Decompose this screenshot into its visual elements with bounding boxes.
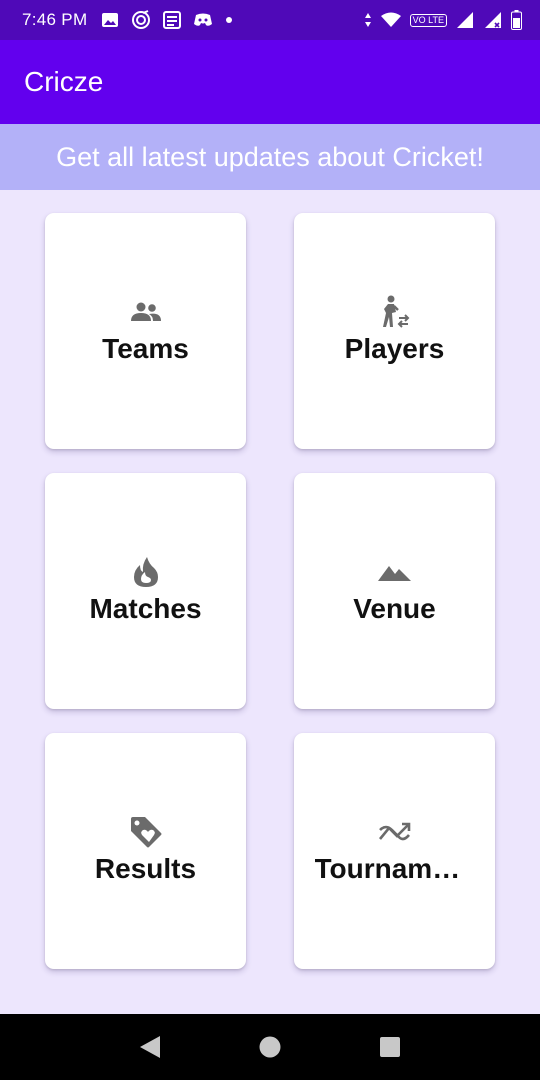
discord-icon: [194, 13, 213, 26]
signal-icon: [457, 12, 473, 28]
mountain-icon: [377, 557, 412, 587]
people-icon: [130, 297, 162, 327]
category-grid: Teams Players Matches Venue Results Tour…: [45, 213, 495, 969]
flame-icon: [133, 557, 159, 587]
news-icon: [163, 11, 182, 29]
card-label: Players: [344, 333, 445, 364]
walker-icon: [378, 295, 412, 328]
banner-text: Get all latest updates about Cricket!: [56, 141, 484, 172]
back-icon[interactable]: [130, 1027, 170, 1067]
battery-icon: [511, 10, 522, 30]
system-icons: VO LTE: [364, 10, 522, 30]
banner: Get all latest updates about Cricket!: [0, 124, 540, 190]
status-time: 7:46 PM: [22, 10, 88, 29]
image-icon: [102, 13, 119, 27]
venue-card[interactable]: Venue: [294, 473, 495, 709]
wifi-icon: [380, 12, 401, 27]
tournaments-card[interactable]: Tournaments: [294, 733, 495, 969]
card-label: Venue: [353, 593, 436, 624]
results-card[interactable]: Results: [45, 733, 246, 969]
card-label: Tournaments: [314, 853, 475, 884]
data-arrows-icon: [364, 13, 371, 27]
volte-icon: VO LTE: [409, 13, 447, 27]
status-bar: 7:46 PM VO LTE: [0, 0, 540, 40]
notification-icons: [101, 10, 233, 30]
card-label: Teams: [102, 333, 189, 364]
dot-icon: [226, 17, 233, 23]
card-label: Matches: [89, 593, 202, 624]
tag-heart-icon: [129, 817, 163, 848]
trend-icon: [378, 817, 412, 847]
music-icon: [132, 10, 151, 29]
app-bar: Cricze: [0, 40, 540, 124]
navigation-bar: [0, 1014, 540, 1080]
signal-x-icon: [485, 12, 501, 28]
players-card[interactable]: Players: [294, 213, 495, 449]
app-title: Cricze: [24, 66, 104, 97]
matches-card[interactable]: Matches: [45, 473, 246, 709]
card-label: Results: [94, 853, 197, 884]
recents-icon[interactable]: [370, 1027, 410, 1067]
teams-card[interactable]: Teams: [45, 213, 246, 449]
home-icon[interactable]: [250, 1027, 290, 1067]
